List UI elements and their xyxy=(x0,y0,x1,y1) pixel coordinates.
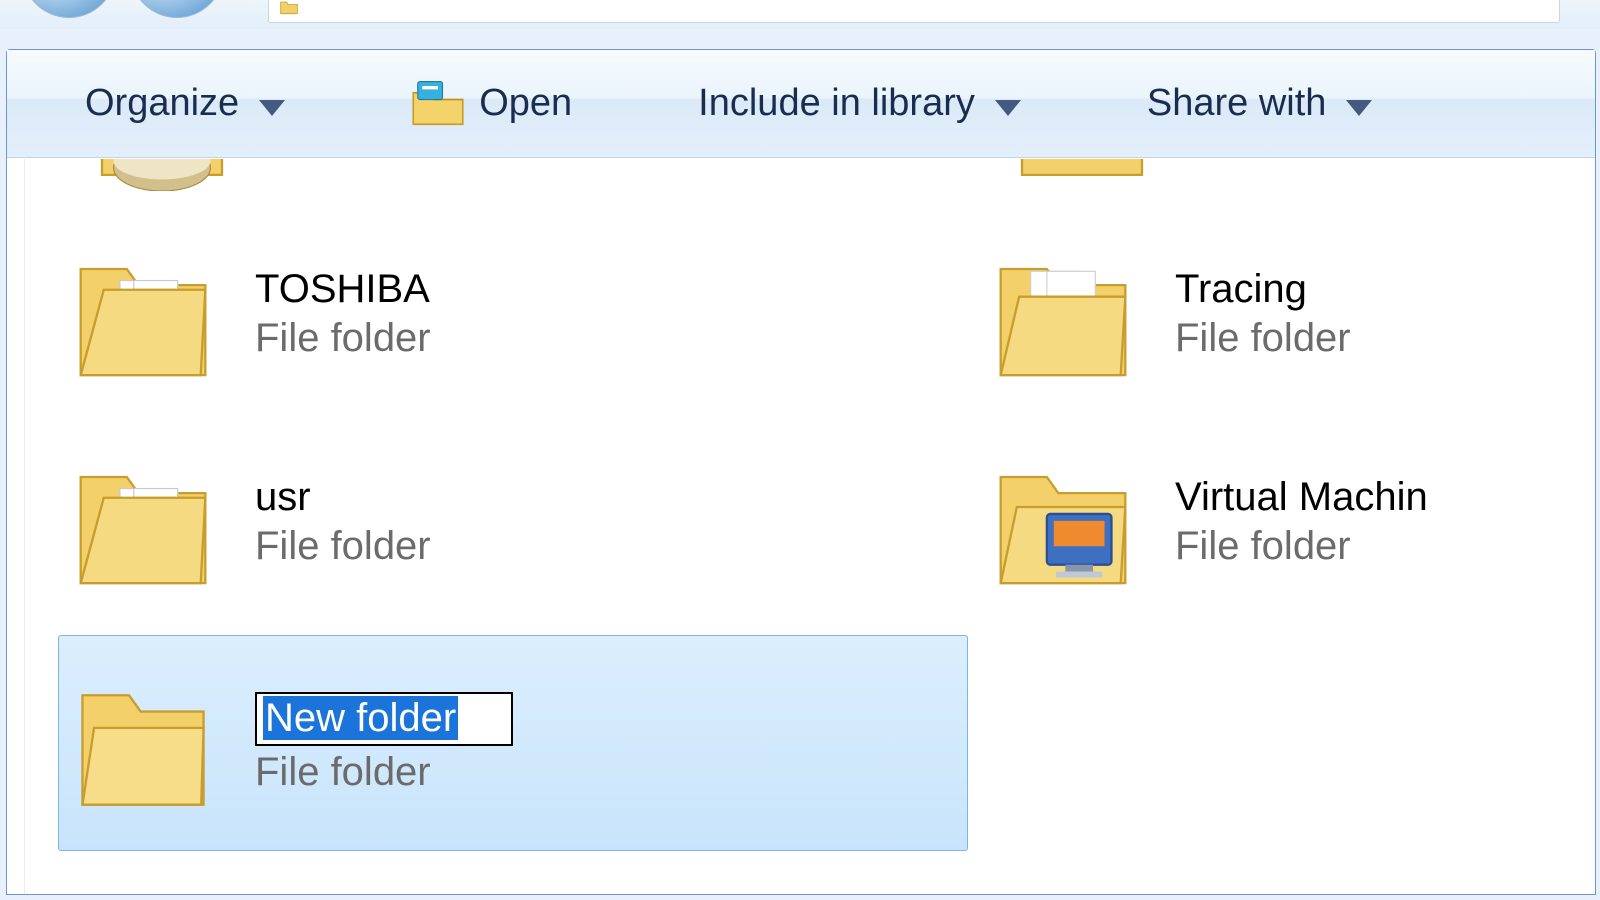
organize-button[interactable]: Organize xyxy=(75,76,295,131)
organize-label: Organize xyxy=(85,82,239,125)
include-label: Include in library xyxy=(698,82,975,125)
chevron-down-icon xyxy=(1346,100,1372,116)
open-button[interactable]: Open xyxy=(401,73,582,135)
folder-app-icon xyxy=(993,447,1133,597)
item-name: usr xyxy=(255,475,431,520)
rename-input[interactable]: New folder xyxy=(255,692,513,746)
folder-icon xyxy=(1012,159,1152,191)
forward-button[interactable] xyxy=(130,0,224,18)
item-name: Tracing xyxy=(1175,267,1351,312)
item-name: Virtual Machin xyxy=(1175,475,1428,520)
item-type: File folder xyxy=(1175,316,1351,361)
folder-drive-icon xyxy=(92,159,232,191)
folder-item[interactable]: usr File folder xyxy=(58,427,968,617)
folder-docs-icon xyxy=(73,239,213,389)
share-with-button[interactable]: Share with xyxy=(1137,76,1383,131)
rename-value: New folder xyxy=(263,696,458,740)
open-label: Open xyxy=(479,82,572,125)
command-bar: Organize Open Include in library Share w… xyxy=(7,50,1595,158)
explorer-window: Organize Open Include in library Share w… xyxy=(6,49,1596,895)
share-label: Share with xyxy=(1147,82,1327,125)
folder-item[interactable]: TOSHIBA File folder xyxy=(58,219,968,409)
address-bar[interactable] xyxy=(268,0,1560,23)
partial-row xyxy=(48,159,1595,195)
item-type: File folder xyxy=(255,316,431,361)
folder-plain-icon xyxy=(73,668,213,818)
content-pane[interactable]: TOSHIBA File folder Tracing File folde xyxy=(24,159,1595,894)
folder-item-selected[interactable]: New folder File folder xyxy=(58,635,968,851)
folder-paper-icon xyxy=(993,239,1133,389)
chevron-down-icon xyxy=(995,100,1021,116)
folder-item[interactable]: Virtual Machin File folder xyxy=(978,427,1595,617)
folder-item[interactable]: Tracing File folder xyxy=(978,219,1595,409)
include-in-library-button[interactable]: Include in library xyxy=(688,76,1031,131)
folder-docs-icon xyxy=(73,447,213,597)
chevron-down-icon xyxy=(259,100,285,116)
item-name: TOSHIBA xyxy=(255,267,431,312)
breadcrumb-nav-fragment xyxy=(0,0,1600,29)
open-folder-icon xyxy=(411,79,465,129)
item-type: File folder xyxy=(255,750,513,795)
back-button[interactable] xyxy=(22,0,116,18)
folder-icon xyxy=(279,0,299,17)
item-type: File folder xyxy=(1175,524,1428,569)
item-type: File folder xyxy=(255,524,431,569)
